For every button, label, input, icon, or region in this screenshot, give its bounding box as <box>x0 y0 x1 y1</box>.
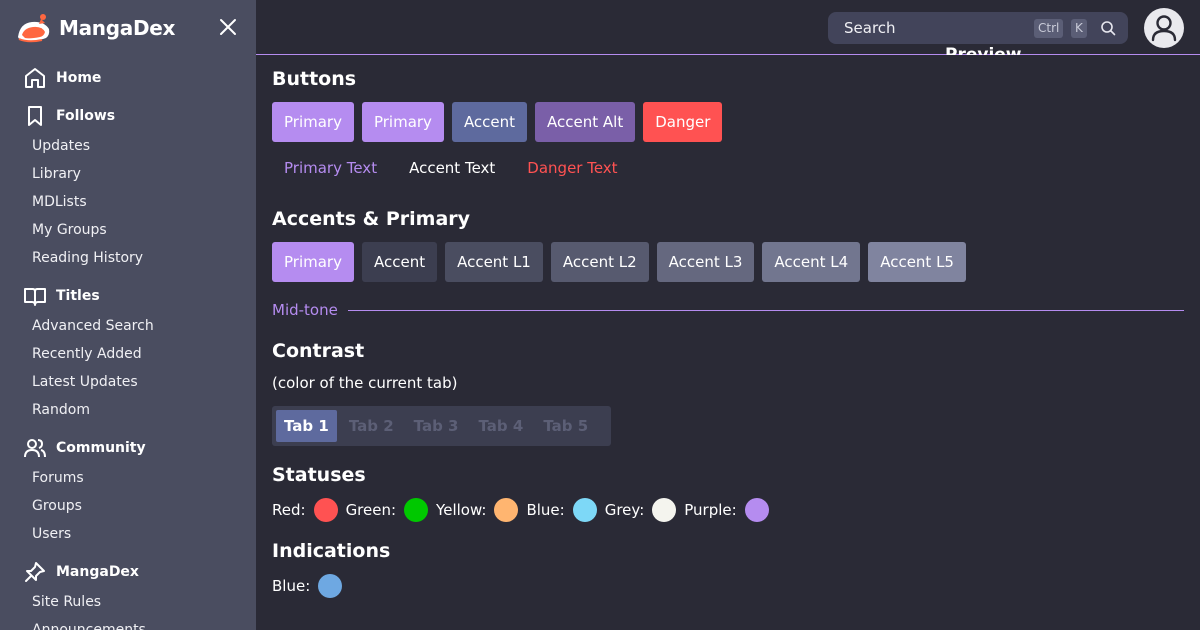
accent-swatch-l4[interactable]: Accent L4 <box>762 242 861 282</box>
sidebar-item-my-groups[interactable]: My Groups <box>32 218 242 242</box>
shortcut-key-k: K <box>1071 19 1087 38</box>
danger-button[interactable]: Danger <box>643 102 723 142</box>
status-dot <box>494 498 519 522</box>
status-red: Red: <box>272 498 338 522</box>
status-purple: Purple: <box>684 498 769 522</box>
indication-blue: Blue: <box>272 574 343 598</box>
indications-row: Blue: <box>272 573 350 599</box>
accent-alt-button[interactable]: Accent Alt <box>535 102 636 142</box>
sidebar-item-reading-history[interactable]: Reading History <box>32 246 242 270</box>
brand-name: MangaDex <box>59 16 176 40</box>
sidebar-item-forums[interactable]: Forums <box>32 466 242 490</box>
status-yellow: Yellow: <box>436 498 519 522</box>
sidebar-item-label: Titles <box>56 288 100 304</box>
sidebar-item-titles[interactable]: Titles <box>22 282 242 310</box>
tab-2[interactable]: Tab 2 <box>341 410 402 442</box>
status-grey: Grey: <box>605 498 677 522</box>
sidebar-item-recently-added[interactable]: Recently Added <box>32 342 242 366</box>
search-icon[interactable] <box>1100 20 1116 36</box>
user-icon <box>1151 15 1177 42</box>
status-label: Green: <box>345 501 397 519</box>
pin-icon <box>25 562 45 582</box>
indication-label: Blue: <box>272 577 311 595</box>
midtone-divider: Mid-tone <box>272 299 1184 321</box>
accent-swatch-l5[interactable]: Accent L5 <box>868 242 966 282</box>
primary-text-button[interactable]: Primary Text <box>284 159 377 177</box>
statuses-section-title: Statuses <box>272 464 366 486</box>
brand[interactable]: MangaDex <box>16 10 246 46</box>
accent-swatch-primary[interactable]: Primary <box>272 242 354 282</box>
sidebar-item-groups[interactable]: Groups <box>32 494 242 518</box>
sidebar-item-label: Community <box>56 440 146 456</box>
primary-button-alt[interactable]: Primary <box>361 102 444 142</box>
sidebar-item-mangadex[interactable]: MangaDex <box>22 558 242 586</box>
contrast-section-title: Contrast <box>272 340 365 362</box>
top-bar: Preview Search Ctrl K <box>256 0 1200 55</box>
sidebar-item-random[interactable]: Random <box>32 398 242 422</box>
sidebar-item-label: Home <box>56 70 102 86</box>
status-label: Yellow: <box>436 501 487 519</box>
divider-line <box>347 309 1184 311</box>
buttons-row: Primary Primary Accent Accent Alt Danger <box>272 102 723 142</box>
sidebar-item-follows[interactable]: Follows <box>22 102 242 130</box>
status-dot <box>652 498 677 522</box>
tab-4[interactable]: Tab 4 <box>470 410 531 442</box>
status-label: Purple: <box>684 501 737 519</box>
tab-bar: Tab 1 Tab 2 Tab 3 Tab 4 Tab 5 <box>272 406 611 446</box>
sidebar-item-label: Follows <box>56 108 116 124</box>
sidebar-item-library[interactable]: Library <box>32 162 242 186</box>
tab-1[interactable]: Tab 1 <box>276 410 337 442</box>
status-label: Blue: <box>526 501 565 519</box>
accent-swatch-l3[interactable]: Accent L3 <box>656 242 755 282</box>
primary-button[interactable]: Primary <box>272 102 354 142</box>
accent-swatch-l2[interactable]: Accent L2 <box>550 242 649 282</box>
statuses-row: Red: Green: Yellow: Blue: Grey: Purple: <box>272 497 777 523</box>
search-placeholder: Search <box>844 19 896 37</box>
accent-button[interactable]: Accent <box>451 102 528 142</box>
sidebar-item-updates[interactable]: Updates <box>32 134 242 158</box>
buttons-section-title: Buttons <box>272 68 357 90</box>
accents-section-title: Accents & Primary <box>272 208 471 230</box>
text-buttons-row: Primary Text Accent Text Danger Text <box>284 159 618 177</box>
sidebar-item-users[interactable]: Users <box>32 522 242 546</box>
status-dot <box>744 498 769 522</box>
sidebar-item-advanced-search[interactable]: Advanced Search <box>32 314 242 338</box>
theme-preview: Buttons Primary Primary Accent Accent Al… <box>272 56 1184 630</box>
status-label: Grey: <box>604 501 645 519</box>
indication-dot <box>318 574 343 598</box>
shortcut-key-ctrl: Ctrl <box>1034 19 1064 38</box>
sidebar-item-home[interactable]: Home <box>22 64 242 92</box>
midtone-label: Mid-tone <box>272 301 338 319</box>
indications-section-title: Indications <box>272 540 391 562</box>
status-dot <box>572 498 597 522</box>
status-green: Green: <box>345 498 429 522</box>
tab-3[interactable]: Tab 3 <box>406 410 467 442</box>
mangadex-logo-icon <box>18 14 50 43</box>
contrast-subtitle: (color of the current tab) <box>272 374 458 392</box>
users-icon <box>24 439 46 458</box>
sidebar-item-community[interactable]: Community <box>22 434 242 462</box>
book-open-icon <box>24 288 46 306</box>
avatar[interactable] <box>1144 8 1184 48</box>
sidebar-item-mdlists[interactable]: MDLists <box>32 190 242 214</box>
accent-text-button[interactable]: Accent Text <box>409 159 495 177</box>
sidebar-item-latest-updates[interactable]: Latest Updates <box>32 370 242 394</box>
bookmark-icon <box>28 106 42 126</box>
accent-swatch-l1[interactable]: Accent L1 <box>445 242 543 282</box>
accents-row: Primary Accent Accent L1 Accent L2 Accen… <box>272 242 966 282</box>
status-label: Red: <box>272 501 306 519</box>
status-dot <box>404 498 429 522</box>
home-icon <box>25 68 45 88</box>
tab-5[interactable]: Tab 5 <box>535 410 596 442</box>
status-dot <box>313 498 338 522</box>
danger-text-button[interactable]: Danger Text <box>527 159 617 177</box>
sidebar-item-announcements[interactable]: Announcements <box>32 618 242 630</box>
status-blue: Blue: <box>526 498 597 522</box>
sidebar: MangaDex Home Follows Updates Library MD… <box>0 0 256 630</box>
sidebar-item-site-rules[interactable]: Site Rules <box>32 590 242 614</box>
close-icon[interactable] <box>216 15 240 39</box>
search-input[interactable]: Search Ctrl K <box>828 12 1128 44</box>
accent-swatch-base[interactable]: Accent <box>361 242 438 282</box>
sidebar-item-label: MangaDex <box>56 564 139 580</box>
